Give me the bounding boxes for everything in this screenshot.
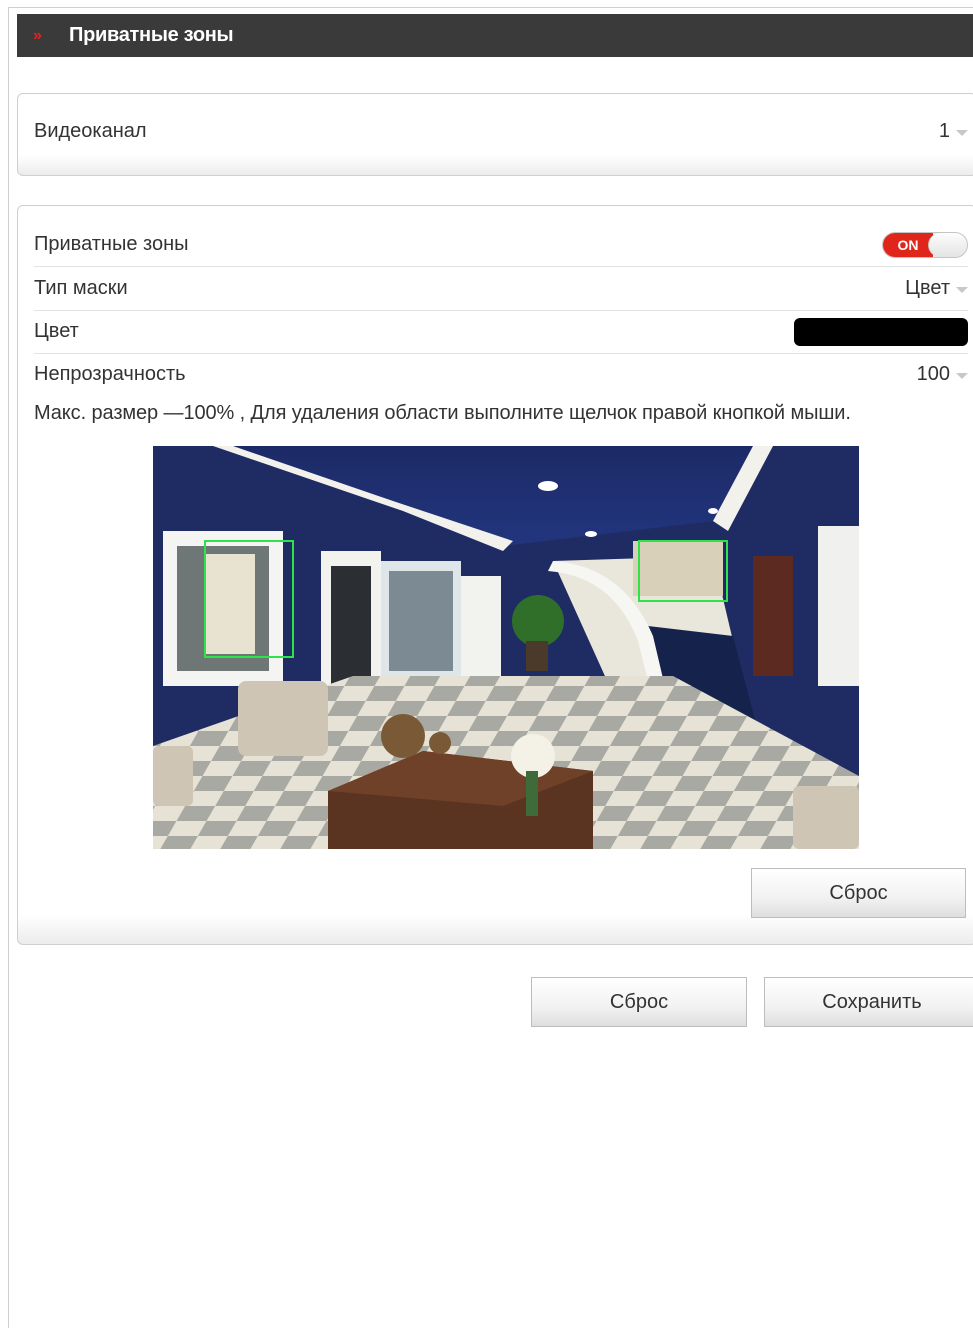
color-label: Цвет [34, 320, 79, 342]
privacy-enable-row: Приватные зоны ON [34, 223, 968, 267]
camera-frame-image [153, 446, 859, 849]
color-swatch[interactable] [794, 317, 968, 346]
section-header: » Приватные зоны [17, 14, 973, 57]
toggle-state-label: ON [883, 232, 933, 257]
opacity-row: Непрозрачность 100 [34, 353, 968, 396]
privacy-enable-label: Приватные зоны [34, 233, 189, 255]
toggle-knob [928, 232, 967, 257]
chevron-down-icon [956, 372, 968, 379]
video-preview[interactable] [153, 446, 859, 849]
channel-row: Видеоканал 1 [34, 110, 968, 153]
opacity-select[interactable]: 100 [917, 363, 968, 386]
chevron-down-icon [956, 129, 968, 136]
mask-type-row: Тип маски Цвет [34, 267, 968, 311]
channel-value: 1 [938, 120, 950, 142]
channel-select[interactable]: 1 [939, 120, 968, 143]
mask-type-value: Цвет [905, 277, 950, 299]
opacity-label: Непрозрачность [34, 363, 186, 385]
reset-button[interactable]: Сброс [531, 977, 747, 1027]
channel-label: Видеоканал [34, 120, 147, 142]
zone-reset-button[interactable]: Сброс [751, 868, 966, 918]
hint-text: Макс. размер —100% , Для удаления област… [34, 402, 851, 424]
color-row: Цвет [34, 310, 968, 354]
privacy-toggle[interactable]: ON [882, 231, 968, 258]
opacity-value: 100 [916, 363, 950, 385]
mask-type-select[interactable]: Цвет [905, 277, 968, 300]
mask-type-label: Тип маски [34, 277, 128, 299]
chevron-double-right-icon: » [33, 26, 42, 44]
privacy-panel: Приватные зоны ON Тип маски Цвет Цвет Не… [17, 205, 973, 945]
chevron-down-icon [956, 286, 968, 293]
page-title: Приватные зоны [69, 24, 234, 46]
channel-panel: Видеоканал 1 [17, 93, 973, 176]
save-button[interactable]: Сохранить [764, 977, 973, 1027]
